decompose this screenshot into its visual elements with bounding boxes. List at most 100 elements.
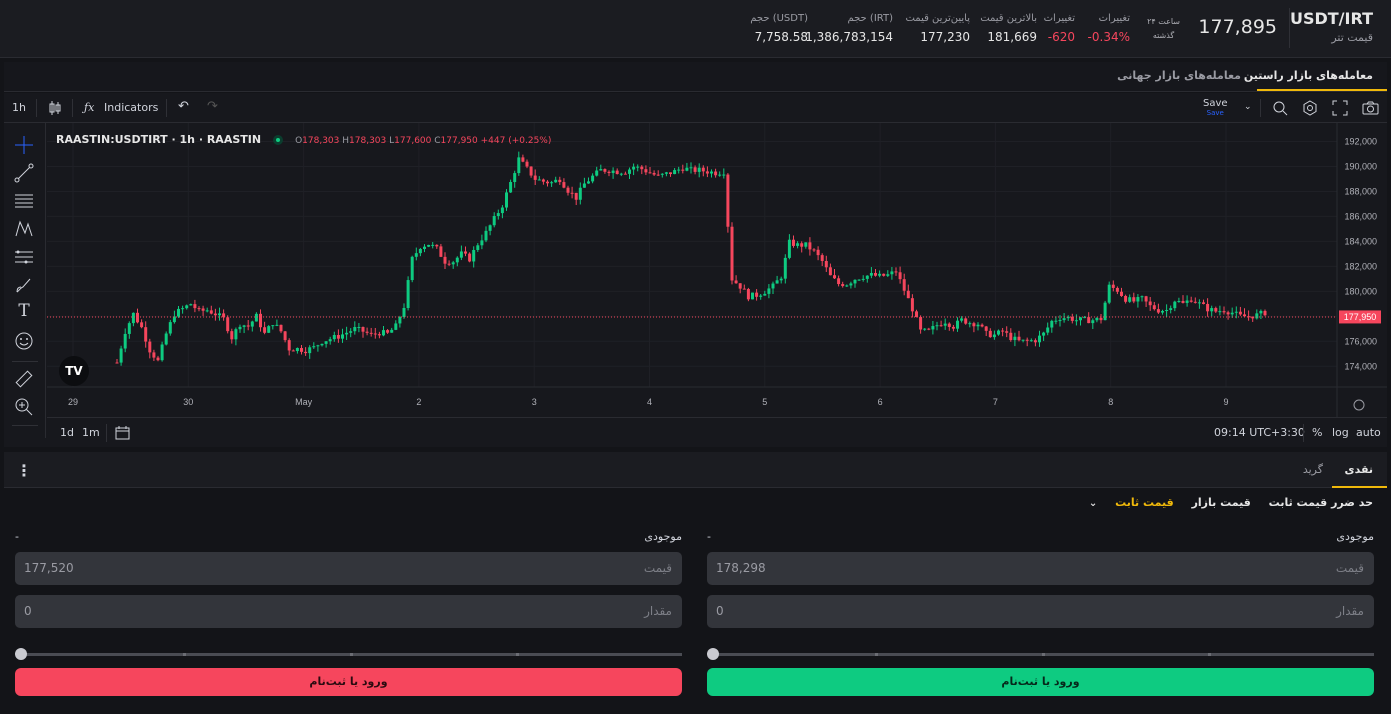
candle	[1095, 317, 1099, 323]
sell-amount-input[interactable]: مقدار 0	[15, 595, 682, 628]
candle	[587, 177, 590, 184]
sell-login-button[interactable]: ورود یا ثبت‌نام	[15, 668, 682, 696]
auto-toggle[interactable]: auto	[1356, 426, 1381, 439]
stat-label: تغییرات	[1043, 13, 1075, 24]
candle	[267, 325, 271, 334]
candle	[1255, 309, 1259, 320]
brush-icon[interactable]	[14, 275, 34, 295]
tab-global-market[interactable]: معامله‌های بازار جهانی	[1117, 69, 1241, 82]
candle	[673, 168, 677, 175]
fib-retracement-icon[interactable]	[14, 191, 34, 211]
crosshair-icon[interactable]	[14, 135, 34, 155]
trend-line-icon[interactable]	[14, 163, 34, 183]
candle	[890, 266, 894, 280]
candle	[837, 275, 841, 287]
more-options-icon[interactable]: ⋮	[16, 461, 32, 480]
range-1m-button[interactable]: 1m	[82, 426, 100, 439]
candle	[550, 180, 554, 187]
order-type-stop-limit[interactable]: حد ضرر قیمت ثابت	[1269, 496, 1373, 509]
candle	[648, 166, 652, 174]
indicators-icon[interactable]: ƒx	[84, 101, 94, 114]
percent-toggle[interactable]: %	[1312, 426, 1322, 439]
candle	[755, 289, 759, 301]
buy-login-button[interactable]: ورود یا ثبت‌نام	[707, 668, 1374, 696]
candle	[800, 241, 804, 253]
balance-value: -	[707, 530, 711, 543]
sell-amount-slider[interactable]	[15, 648, 682, 660]
chart-symbol[interactable]: RAASTIN:USDTIRT · 1h · RAASTIN	[56, 133, 261, 146]
candle	[148, 338, 152, 359]
undo-icon[interactable]: ↶	[178, 99, 189, 114]
candle	[197, 306, 201, 312]
candle	[177, 305, 180, 318]
slider-handle[interactable]	[707, 648, 719, 660]
tab-spot[interactable]: نقدی	[1345, 463, 1373, 476]
zoom-in-icon[interactable]	[14, 397, 34, 417]
candle	[570, 186, 574, 199]
candle	[902, 273, 906, 296]
settings-icon[interactable]	[1302, 100, 1318, 116]
tradingview-logo[interactable]: TV	[59, 356, 89, 386]
interval-button[interactable]: 1h	[12, 101, 26, 114]
fullscreen-icon[interactable]	[1332, 100, 1348, 116]
candle	[1062, 313, 1066, 323]
timezone-label[interactable]: 09:14 UTC+3:30	[1214, 426, 1305, 439]
divider	[36, 99, 37, 117]
candle	[824, 255, 828, 272]
candlestick-chart[interactable]: 192,000 190,000 188,000 186,000 184,000 182,0…	[47, 123, 1387, 417]
candle	[869, 267, 873, 279]
tab-grid[interactable]: گرید	[1303, 463, 1323, 476]
chevron-down-icon[interactable]: ⌄	[1244, 102, 1252, 112]
drawing-toolbar: T	[4, 123, 46, 438]
buy-price-input[interactable]: قیمت 178,298	[707, 552, 1374, 585]
chevron-down-icon[interactable]: ⌄	[1089, 498, 1097, 509]
period-label-line2: گذشته	[1152, 31, 1175, 40]
low-value: 177,600	[394, 136, 432, 146]
save-button[interactable]: Save Save	[1203, 98, 1228, 117]
stat-value: 177,230	[920, 30, 970, 44]
forecast-icon[interactable]	[14, 247, 34, 267]
candle	[1124, 294, 1128, 304]
candle	[1091, 318, 1095, 330]
candle	[898, 266, 902, 284]
candle	[628, 167, 631, 179]
order-type-limit[interactable]: قیمت ثابت	[1115, 496, 1174, 509]
axis-settings-icon[interactable]	[1353, 399, 1365, 411]
price-tick-label: 192,000	[1344, 136, 1377, 146]
emoji-icon[interactable]	[14, 331, 34, 351]
buy-amount-slider[interactable]	[707, 648, 1374, 660]
candle	[726, 173, 730, 233]
candle	[710, 169, 713, 178]
slider-handle[interactable]	[15, 648, 27, 660]
indicators-button[interactable]: Indicators	[104, 101, 158, 114]
candle	[386, 329, 390, 334]
ruler-icon[interactable]	[14, 369, 34, 389]
candle	[316, 344, 320, 352]
go-to-date-icon[interactable]	[115, 425, 131, 441]
candles-icon[interactable]	[47, 100, 63, 116]
time-tick-label: 2	[416, 397, 421, 407]
candle	[1025, 337, 1029, 347]
candle	[923, 328, 927, 331]
range-1d-button[interactable]: 1d	[60, 426, 74, 439]
text-tool-icon[interactable]: T	[14, 301, 34, 321]
candle	[1243, 308, 1246, 317]
quick-search-icon[interactable]	[1272, 100, 1288, 116]
camera-icon[interactable]	[1362, 100, 1379, 116]
stat-change-percent: تغییرات -0.34%	[1088, 13, 1130, 44]
order-type-market[interactable]: قیمت بازار	[1192, 496, 1251, 509]
tab-raastin-market[interactable]: معامله‌های بازار راستین	[1244, 69, 1373, 82]
sell-price-input[interactable]: قیمت 177,520	[15, 552, 682, 585]
last-price: 177,895	[1198, 16, 1277, 38]
candle	[1132, 292, 1136, 304]
price-chart-panel: 1h ƒx Indicators ↶ ↷ Save Save ⌄ T 192,0…	[4, 93, 1387, 447]
pattern-icon[interactable]	[14, 219, 34, 239]
redo-icon[interactable]: ↷	[207, 99, 218, 114]
candle	[246, 319, 250, 331]
candle	[939, 320, 943, 327]
slider-tick	[875, 653, 878, 656]
candle	[304, 347, 308, 356]
log-toggle[interactable]: log	[1332, 426, 1349, 439]
pair-selector[interactable]: USDT/IRT قیمت تتر	[1290, 9, 1373, 44]
buy-amount-input[interactable]: مقدار 0	[707, 595, 1374, 628]
